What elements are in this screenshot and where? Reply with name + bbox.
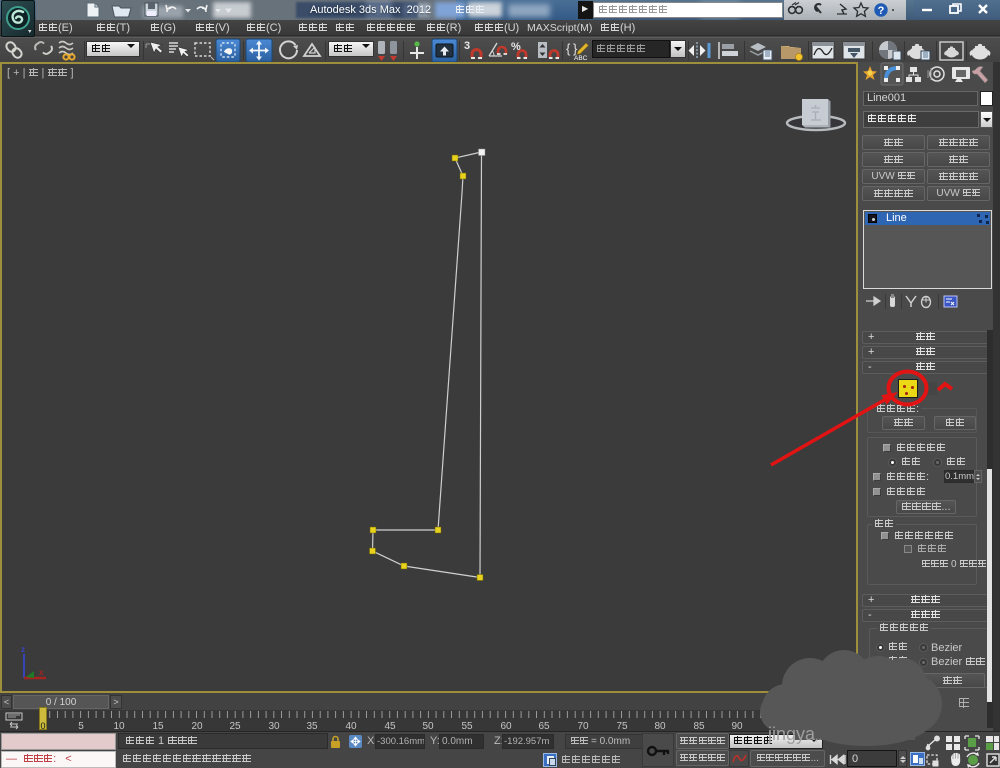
svg-text:x: x	[39, 668, 44, 677]
svg-text:z: z	[21, 645, 25, 654]
svg-text:{ }: { }	[566, 41, 578, 56]
svg-text:jingya,.: jingya,.	[767, 724, 822, 744]
svg-text:ABC: ABC	[574, 55, 588, 62]
svg-text:3: 3	[464, 40, 470, 52]
svg-text:?: ?	[878, 5, 885, 17]
